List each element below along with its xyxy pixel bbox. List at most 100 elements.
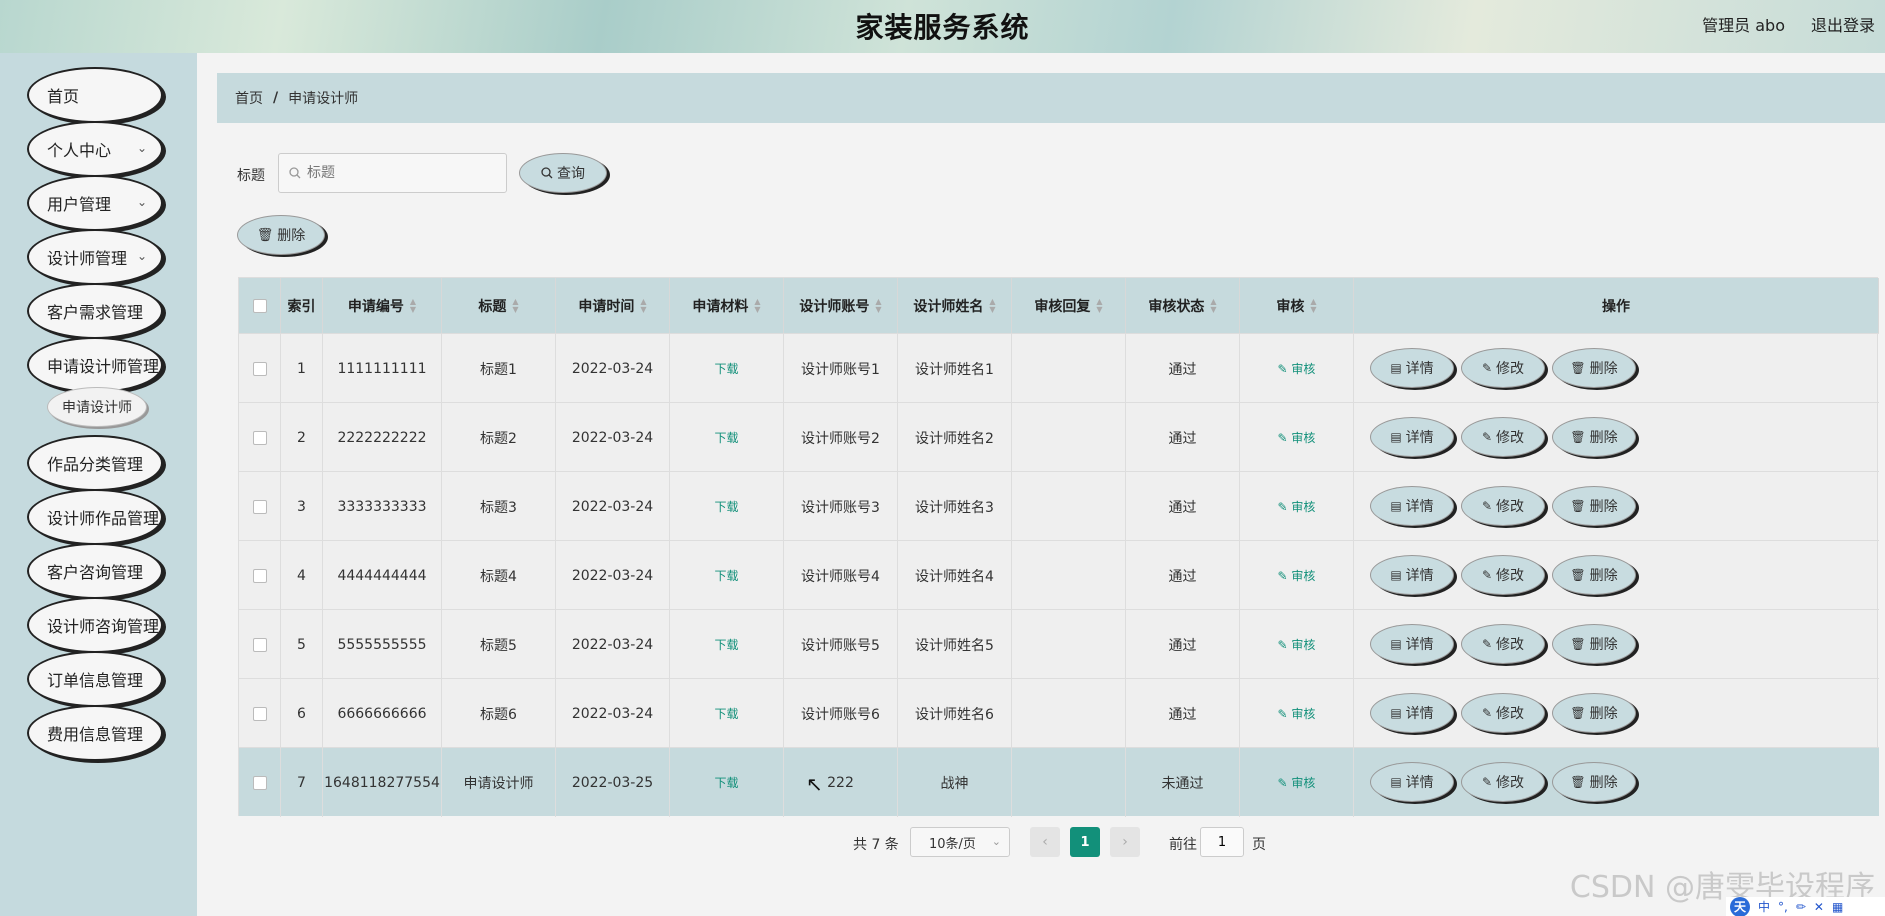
cell-title: 标题6 [442, 679, 556, 748]
detail-button[interactable]: ▤ 详情 [1370, 348, 1454, 388]
sidebar-item-customer-consult[interactable]: 客户咨询管理 [27, 543, 163, 599]
column-header[interactable]: 设计师账号 ▲ ▼ [784, 278, 898, 333]
search-field[interactable] [278, 153, 507, 193]
sidebar-item-designer-consult[interactable]: 设计师咨询管理 [27, 597, 163, 653]
select-all-checkbox[interactable] [252, 298, 267, 313]
sort-icon[interactable]: ▲ ▼ [754, 297, 760, 314]
breadcrumb-home[interactable]: 首页 [235, 88, 263, 108]
sort-icon[interactable]: ▲ ▼ [640, 297, 646, 314]
edit-button[interactable]: ✎ 修改 [1461, 555, 1545, 595]
sidebar-subitem-apply-designer[interactable]: 申请设计师 [47, 387, 147, 427]
row-checkbox[interactable] [252, 706, 267, 721]
sidebar-item-order-info[interactable]: 订单信息管理 [27, 651, 163, 707]
sort-icon[interactable]: ▲ ▼ [989, 297, 995, 314]
page-number-current[interactable]: 1 [1070, 827, 1100, 857]
column-header[interactable]: 申请编号 ▲ ▼ [323, 278, 442, 333]
audit-link[interactable]: ✎ 审核 [1278, 429, 1316, 446]
sidebar-item-apply-designer-management[interactable]: 申请设计师管理 [27, 337, 163, 393]
download-link[interactable]: 下载 [714, 360, 738, 377]
goto-page-input[interactable] [1200, 827, 1244, 857]
download-link[interactable]: 下载 [714, 429, 738, 446]
batch-delete-button[interactable]: 🗑 删除 [237, 215, 325, 255]
edit-button[interactable]: ✎ 修改 [1461, 417, 1545, 457]
detail-button[interactable]: ▤ 详情 [1370, 555, 1454, 595]
row-checkbox-cell [239, 610, 281, 679]
row-checkbox[interactable] [252, 775, 267, 790]
audit-link[interactable]: ✎ 审核 [1278, 498, 1316, 515]
download-link[interactable]: 下载 [714, 636, 738, 653]
edit-button[interactable]: ✎ 修改 [1461, 348, 1545, 388]
column-header[interactable]: 设计师姓名 ▲ ▼ [898, 278, 1012, 333]
column-header[interactable]: 申请时间 ▲ ▼ [556, 278, 670, 333]
batch-delete-label: 删除 [277, 228, 306, 244]
audit-link[interactable]: ✎ 审核 [1278, 774, 1316, 791]
chevron-down-icon: ⌄ [136, 195, 147, 209]
audit-link[interactable]: ✎ 审核 [1278, 360, 1316, 377]
prev-page-button[interactable]: ‹ [1030, 827, 1060, 857]
page-size-select[interactable]: 10条/页 ⌄ [910, 827, 1010, 857]
cell-name: 设计师姓名3 [898, 472, 1012, 541]
sidebar-item-personal-center[interactable]: 个人中心 ⌄ [27, 121, 163, 177]
column-header[interactable]: 审核回复 ▲ ▼ [1012, 278, 1126, 333]
edit-button[interactable]: ✎ 修改 [1461, 486, 1545, 526]
pencil-icon: ✎ [1481, 775, 1493, 789]
sidebar-item-customer-demand[interactable]: 客户需求管理 [27, 283, 163, 339]
detail-button[interactable]: ▤ 详情 [1370, 624, 1454, 664]
sidebar-item-fee-info[interactable]: 费用信息管理 [27, 705, 163, 761]
detail-button[interactable]: ▤ 详情 [1370, 762, 1454, 802]
cell-account: 设计师账号1 [784, 334, 898, 403]
search-button[interactable]: 查询 [519, 153, 607, 193]
download-link[interactable]: 下载 [714, 705, 738, 722]
sidebar-item-user-management[interactable]: 用户管理 ⌄ [27, 175, 163, 231]
next-page-button[interactable]: › [1110, 827, 1140, 857]
column-header[interactable]: 申请材料 ▲ ▼ [670, 278, 784, 333]
delete-button[interactable]: 🗑 删除 [1552, 417, 1636, 457]
detail-button-label: 详情 [1405, 706, 1434, 722]
download-link[interactable]: 下载 [714, 498, 738, 515]
download-link[interactable]: 下载 [714, 567, 738, 584]
detail-button[interactable]: ▤ 详情 [1370, 693, 1454, 733]
ime-toolbar[interactable]: 天 中 °, ✏ ✕ ▦ [1726, 897, 1885, 916]
audit-link[interactable]: ✎ 审核 [1278, 636, 1316, 653]
delete-button[interactable]: 🗑 删除 [1552, 693, 1636, 733]
detail-button[interactable]: ▤ 详情 [1370, 417, 1454, 457]
column-header[interactable]: 审核 ▲ ▼ [1240, 278, 1354, 333]
edit-button[interactable]: ✎ 修改 [1461, 624, 1545, 664]
row-checkbox[interactable] [252, 430, 267, 445]
sort-icon[interactable]: ▲ ▼ [1310, 297, 1316, 314]
cell-title: 标题1 [442, 334, 556, 403]
column-header[interactable]: 审核状态 ▲ ▼ [1126, 278, 1240, 333]
sort-icon[interactable]: ▲ ▼ [512, 297, 518, 314]
sidebar-item-designer-works[interactable]: 设计师作品管理 [27, 489, 163, 545]
sidebar-item-label: 客户咨询管理 [47, 563, 144, 582]
pencil-icon: ✎ [1277, 500, 1292, 514]
sort-icon[interactable]: ▲ ▼ [410, 297, 416, 314]
audit-link[interactable]: ✎ 审核 [1278, 705, 1316, 722]
edit-button[interactable]: ✎ 修改 [1461, 762, 1545, 802]
sort-icon[interactable]: ▲ ▼ [875, 297, 881, 314]
audit-link[interactable]: ✎ 审核 [1278, 567, 1316, 584]
sort-icon[interactable]: ▲ ▼ [1210, 297, 1216, 314]
sidebar-item-home[interactable]: 首页 [27, 67, 163, 123]
search-input[interactable] [307, 165, 487, 181]
column-header[interactable]: 标题 ▲ ▼ [442, 278, 556, 333]
row-checkbox[interactable] [252, 499, 267, 514]
sidebar-item-work-category[interactable]: 作品分类管理 [27, 435, 163, 491]
cell-account: 设计师账号6 [784, 679, 898, 748]
delete-button[interactable]: 🗑 删除 [1552, 762, 1636, 802]
delete-button[interactable]: 🗑 删除 [1552, 555, 1636, 595]
delete-button[interactable]: 🗑 删除 [1552, 348, 1636, 388]
sidebar-item-designer-management[interactable]: 设计师管理 ⌄ [27, 229, 163, 285]
logout-link[interactable]: 退出登录 [1811, 12, 1875, 36]
sidebar-item-label: 订单信息管理 [47, 671, 144, 690]
edit-button[interactable]: ✎ 修改 [1461, 693, 1545, 733]
detail-button[interactable]: ▤ 详情 [1370, 486, 1454, 526]
detail-button-label: 详情 [1405, 568, 1434, 584]
row-checkbox[interactable] [252, 568, 267, 583]
row-checkbox[interactable] [252, 637, 267, 652]
delete-button[interactable]: 🗑 删除 [1552, 486, 1636, 526]
sort-icon[interactable]: ▲ ▼ [1096, 297, 1102, 314]
download-link[interactable]: 下载 [714, 774, 738, 791]
row-checkbox[interactable] [252, 361, 267, 376]
delete-button[interactable]: 🗑 删除 [1552, 624, 1636, 664]
